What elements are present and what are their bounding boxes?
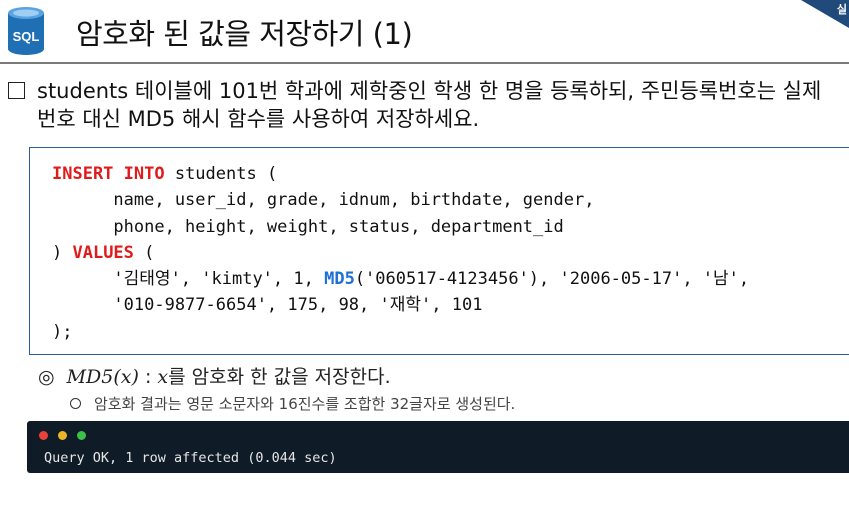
note-separator: : bbox=[138, 366, 158, 388]
double-circle-bullet-icon: ◎ bbox=[38, 366, 55, 388]
note-md5-detail: 암호화 결과는 영문 소문자와 16진수를 조합한 32글자로 생성된다. bbox=[70, 393, 515, 414]
code-function-md5: MD5 bbox=[324, 269, 355, 290]
checkbox-bullet-icon bbox=[8, 82, 25, 99]
code-line-2: name, user_id, grade, idnum, birthdate, … bbox=[52, 190, 595, 211]
maximize-dot-icon bbox=[77, 431, 86, 440]
note-detail-text: 암호화 결과는 영문 소문자와 16진수를 조합한 32글자로 생성된다. bbox=[94, 395, 516, 413]
close-dot-icon bbox=[39, 431, 48, 440]
code-line-3: phone, height, weight, status, departmen… bbox=[52, 216, 564, 237]
code-line-7: ); bbox=[52, 321, 73, 342]
sql-code: INSERT INTO students ( name, user_id, gr… bbox=[52, 161, 749, 345]
page-title: 암호화 된 값을 저장하기 (1) bbox=[76, 17, 413, 51]
minimize-dot-icon bbox=[58, 431, 67, 440]
code-line-4-pre: ) bbox=[52, 242, 73, 263]
note-text: 를 암호화 한 값을 저장한다. bbox=[168, 366, 391, 388]
note-math-x: x bbox=[157, 366, 169, 388]
sql-code-block: INSERT INTO students ( name, user_id, gr… bbox=[29, 147, 849, 355]
code-keyword-values: VALUES bbox=[72, 242, 134, 263]
slide-header: SQL 암호화 된 값을 저장하기 (1) 실 bbox=[0, 0, 849, 62]
code-line-5-pre: '김태영', 'kimty', 1, bbox=[52, 269, 325, 290]
code-keyword-insert-into: INSERT INTO bbox=[52, 164, 165, 184]
note-md5-description: ◎ MD5(x) : x를 암호화 한 값을 저장한다. bbox=[38, 362, 391, 389]
terminal-output-text: Query OK, 1 row affected (0.044 sec) bbox=[44, 450, 337, 466]
circle-bullet-icon bbox=[70, 398, 81, 409]
question-line-2: 번호 대신 MD5 해시 함수를 사용하여 저장하세요. bbox=[37, 107, 480, 131]
code-line-1: students ( bbox=[164, 164, 278, 184]
question-line-1: students 테이블에 101번 학과에 제학중인 학생 한 명을 등록하되… bbox=[37, 79, 822, 103]
question-text: students 테이블에 101번 학과에 제학중인 학생 한 명을 등록하되… bbox=[8, 77, 849, 133]
note-math-md5: MD5(x) bbox=[66, 366, 139, 388]
header-divider bbox=[0, 62, 849, 64]
corner-tab-label: 실 bbox=[836, 3, 847, 16]
sql-database-icon: SQL bbox=[8, 7, 44, 55]
terminal-output: Query OK, 1 row affected (0.044 sec) bbox=[27, 421, 849, 473]
code-line-6: '010-9877-6654', 175, 98, '재학', 101 bbox=[52, 295, 483, 316]
code-line-4-rest: ( bbox=[133, 242, 155, 263]
sql-icon-label: SQL bbox=[13, 29, 40, 44]
code-line-5-rest: ('060517-4123456'), '2006-05-17', '남', bbox=[354, 269, 750, 290]
